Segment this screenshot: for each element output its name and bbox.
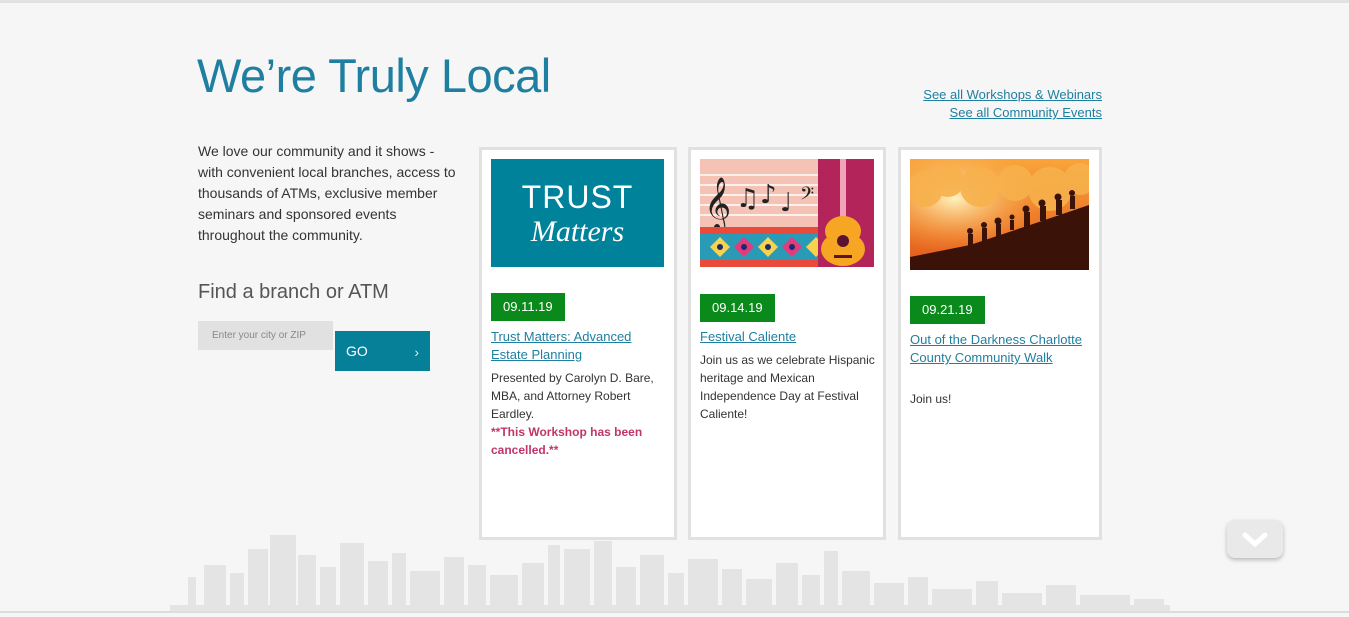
walkers-silhouette-illustration [910, 159, 1089, 270]
top-divider [0, 0, 1349, 3]
event-description-text: Presented by Carolyn D. Bare, MBA, and A… [491, 371, 654, 421]
event-card: 𝄞 ♫ ♪ ♩ 𝄢 09.14.19 Festival Caliente Joi… [688, 147, 886, 540]
svg-text:♪: ♪ [760, 180, 777, 210]
svg-text:♫: ♫ [736, 184, 759, 214]
chevron-right-icon: › [414, 344, 419, 360]
city-zip-input[interactable] [198, 321, 333, 350]
event-card: 09.21.19 Out of the Darkness Charlotte C… [898, 147, 1102, 540]
event-description: Join us! [910, 392, 952, 406]
event-title-link[interactable]: Trust Matters: Advanced Estate Planning [491, 328, 666, 364]
event-title-link[interactable]: Festival Caliente [700, 328, 875, 346]
event-description: Join us as we celebrate Hispanic heritag… [700, 353, 875, 421]
event-date-badge: 09.21.19 [910, 296, 985, 324]
event-title-link[interactable]: Out of the Darkness Charlotte County Com… [910, 331, 1091, 367]
go-button[interactable]: GO › [335, 331, 430, 371]
event-card: TRUST Matters 09.11.19 Trust Matters: Ad… [479, 147, 677, 540]
section-title: We’re Truly Local [197, 49, 551, 102]
festival-caliente-image[interactable]: 𝄞 ♫ ♪ ♩ 𝄢 [700, 159, 874, 267]
intro-text: We love our community and it shows - wit… [198, 143, 456, 243]
community-walk-image[interactable] [910, 159, 1089, 270]
chevron-down-icon [1242, 532, 1268, 547]
svg-text:𝄢: 𝄢 [800, 184, 814, 209]
event-date-badge: 09.11.19 [491, 293, 565, 321]
see-all-workshops-link[interactable]: See all Workshops & Webinars [923, 86, 1102, 104]
scroll-down-button[interactable] [1227, 520, 1283, 558]
branch-finder-heading: Find a branch or ATM [198, 281, 389, 303]
trust-image-text: TRUST [521, 179, 634, 215]
event-date-badge: 09.14.19 [700, 294, 775, 322]
see-all-community-events-link[interactable]: See all Community Events [923, 104, 1102, 122]
trust-matters-image[interactable]: TRUST Matters [491, 159, 664, 267]
festival-music-illustration: 𝄞 ♫ ♪ ♩ 𝄢 [700, 159, 874, 267]
cancellation-note: **This Workshop has been cancelled.** [491, 425, 643, 457]
event-description: Presented by Carolyn D. Bare, MBA, and A… [491, 369, 666, 459]
bottom-divider [0, 611, 1349, 613]
go-button-label: GO [346, 343, 368, 359]
matters-image-text: Matters [530, 215, 625, 248]
svg-text:𝄞: 𝄞 [704, 176, 731, 232]
event-links: See all Workshops & Webinars See all Com… [923, 86, 1102, 122]
svg-text:♩: ♩ [780, 188, 792, 218]
